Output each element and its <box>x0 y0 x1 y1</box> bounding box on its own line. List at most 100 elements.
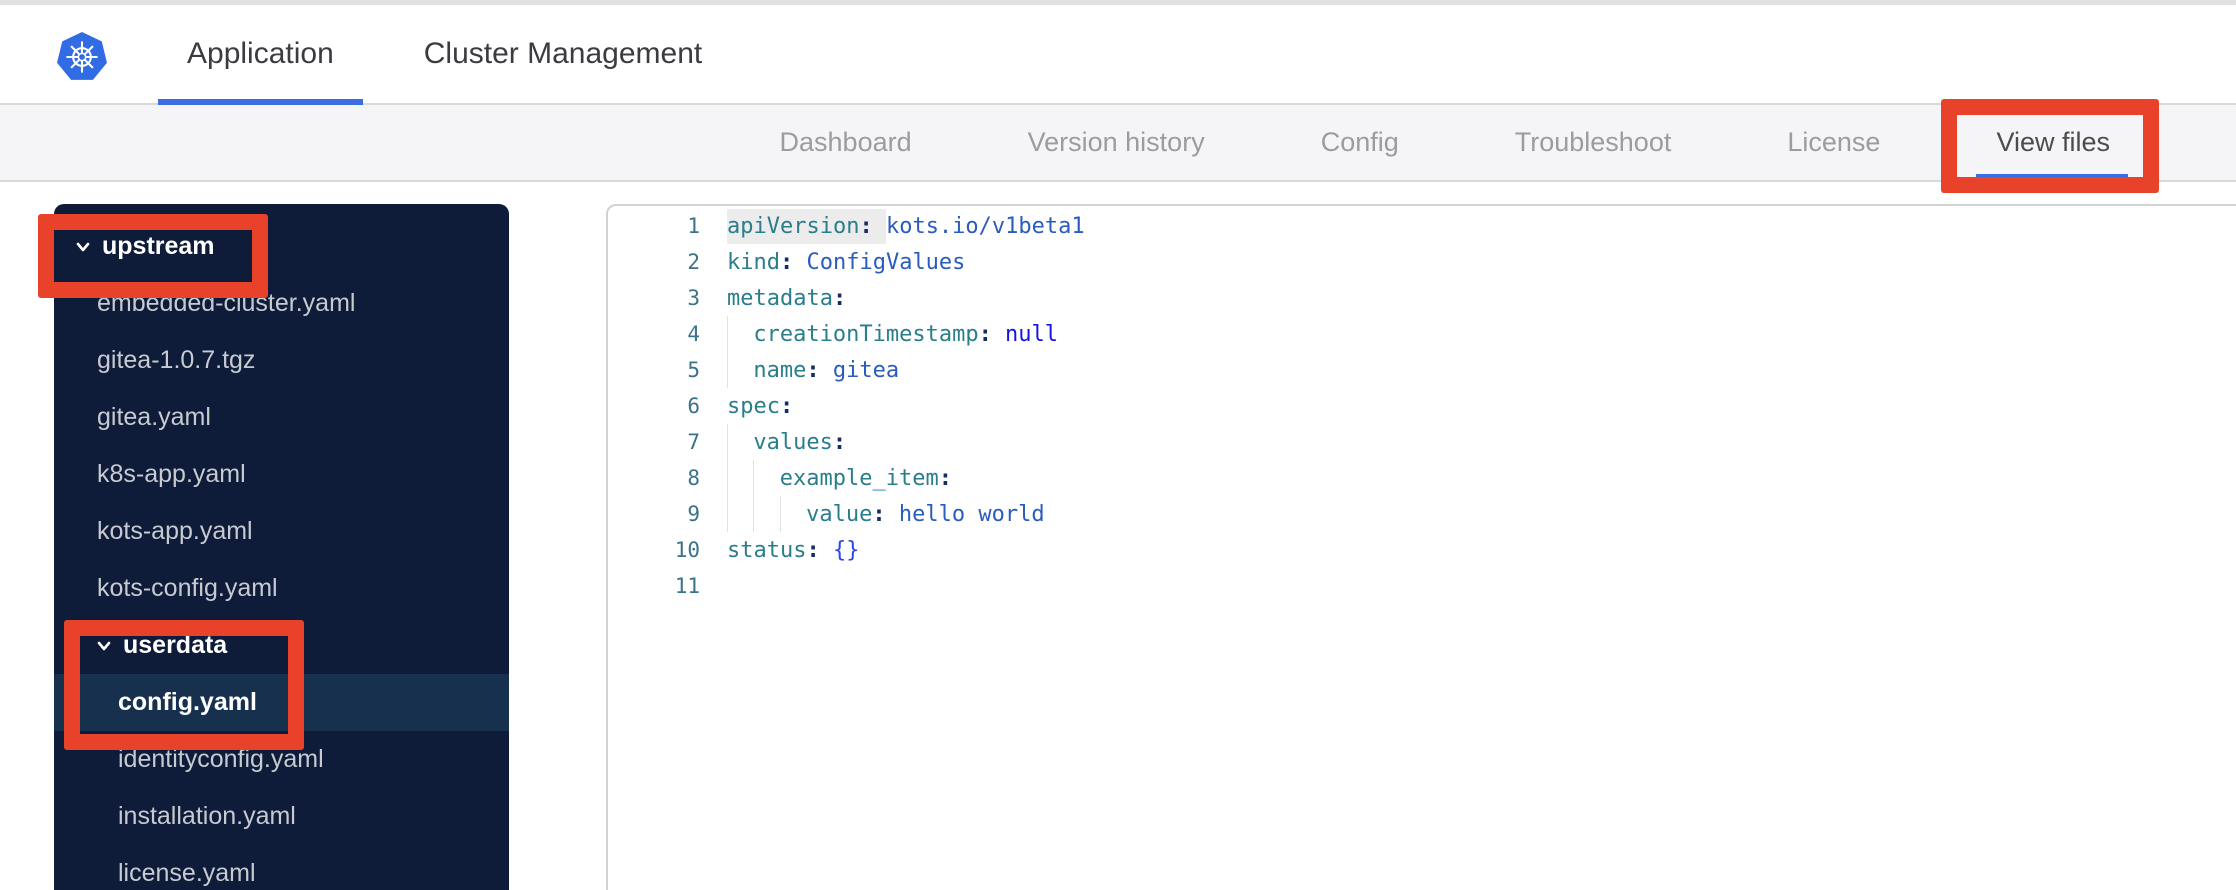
line-number: 1 <box>687 214 700 238</box>
subnav-items: Dashboard Version history Config Troublesho… <box>780 105 2128 180</box>
tree-file-label: gitea-1.0.7.tgz <box>97 346 256 374</box>
tab-application[interactable]: Application <box>158 5 363 105</box>
code-line: 8 example_item: <box>608 460 2236 496</box>
indent-guide <box>727 316 753 352</box>
code-token-kw: null <box>991 321 1059 347</box>
code-line-content: value: hello world <box>727 496 1045 532</box>
code-token-key: name <box>753 357 807 383</box>
line-number: 7 <box>687 430 700 454</box>
tree-file-label: identityconfig.yaml <box>118 745 324 773</box>
subnav-item-dashboard[interactable]: Dashboard <box>780 105 912 180</box>
chevron-down-icon <box>76 242 90 251</box>
subnav-item-label: Version history <box>1027 127 1205 157</box>
code-token-key: value <box>806 501 873 527</box>
subnav-item-license[interactable]: License <box>1787 105 1880 180</box>
code-token-bracket: {} <box>819 537 860 563</box>
code-token-colon: : <box>859 208 873 244</box>
code-token-key: spec <box>727 393 780 419</box>
subnav-item-view-files[interactable]: View files <box>1976 105 2128 180</box>
indent-guide <box>753 496 779 532</box>
subnav-item-label: Config <box>1320 127 1399 157</box>
code-line-content: example_item: <box>727 460 952 496</box>
line-number: 11 <box>674 574 700 598</box>
subnav-item-version-history[interactable]: Version history <box>1028 105 1205 180</box>
tree-folder-label: userdata <box>123 631 228 659</box>
code-line-content: status: {} <box>727 532 859 568</box>
tree-file-config-yaml[interactable]: config.yaml <box>54 674 509 731</box>
kubernetes-logo <box>57 32 107 80</box>
tree-file-label: k8s-app.yaml <box>97 460 246 488</box>
tree-file-embedded-cluster-yaml[interactable]: embedded-cluster.yaml <box>54 275 509 332</box>
tree-file-label: config.yaml <box>118 688 257 716</box>
subnav-item-label: View files <box>1996 127 2110 157</box>
app-header: Application Cluster Management <box>0 5 2236 105</box>
tab-label: Cluster Management <box>423 37 703 70</box>
code-line: 11 <box>608 568 2236 604</box>
code-token-colon: : <box>832 429 847 455</box>
code-line-content: kind: ConfigValues <box>727 244 965 280</box>
code-token-key: kind <box>727 249 780 275</box>
tab-label: Application <box>187 37 334 70</box>
tab-cluster-management[interactable]: Cluster Management <box>424 5 702 103</box>
tree-folder-label: upstream <box>102 232 215 260</box>
kots-admin-console: Application Cluster Management Dashboard V… <box>0 0 2236 890</box>
code-token-value: ConfigValues <box>793 249 966 275</box>
line-number: 3 <box>687 286 700 310</box>
subnav-item-config[interactable]: Config <box>1321 105 1399 180</box>
subnav-item-troubleshoot[interactable]: Troubleshoot <box>1515 105 1672 180</box>
tree-file-kots-app-yaml[interactable]: kots-app.yaml <box>54 503 509 560</box>
line-number: 9 <box>687 502 700 526</box>
tree-file-label: installation.yaml <box>118 802 296 830</box>
code-line: 6 spec: <box>608 388 2236 424</box>
tree-file-k8s-app-yaml[interactable]: k8s-app.yaml <box>54 446 509 503</box>
subnav: Dashboard Version history Config Troublesho… <box>0 105 2236 182</box>
code-token-key: apiVersion <box>727 208 860 244</box>
line-number: 2 <box>687 250 700 274</box>
code-line: 1 apiVersion: kots.io/v1beta1 <box>608 208 2236 244</box>
indent-guide <box>727 496 753 532</box>
chevron-down-icon <box>97 641 111 650</box>
code-line: 3 metadata: <box>608 280 2236 316</box>
code-token-colon: : <box>779 249 794 275</box>
code-line-content: metadata: <box>727 280 846 316</box>
tree-folder-upstream[interactable]: upstream <box>54 218 509 275</box>
tree-file-identityconfig-yaml[interactable]: identityconfig.yaml <box>54 731 509 788</box>
subnav-item-label: Troubleshoot <box>1514 127 1672 157</box>
indent-guide <box>753 460 779 496</box>
file-tree: upstream embedded-cluster.yaml gitea-1.0.7… <box>54 204 509 890</box>
tree-file-gitea-1-0-7-tgz[interactable]: gitea-1.0.7.tgz <box>54 332 509 389</box>
line-number: 6 <box>687 394 700 418</box>
code-line: 2 kind: ConfigValues <box>608 244 2236 280</box>
indent-guide <box>727 352 753 388</box>
code-token-value: gitea <box>819 357 900 383</box>
code-token-colon: : <box>872 501 886 527</box>
code-token-colon: : <box>938 465 952 491</box>
code-line: 4 creationTimestamp: null <box>608 316 2236 352</box>
code-token-value: hello world <box>885 501 1045 527</box>
tree-file-gitea-yaml[interactable]: gitea.yaml <box>54 389 509 446</box>
tree-folder-userdata[interactable]: userdata <box>54 617 509 674</box>
subnav-item-label: Dashboard <box>779 127 912 157</box>
tree-file-license-yaml[interactable]: license.yaml <box>54 845 509 890</box>
tree-file-installation-yaml[interactable]: installation.yaml <box>54 788 509 845</box>
indent-guide <box>779 496 806 532</box>
code-line-content: creationTimestamp: null <box>727 316 1058 352</box>
code-line: 5 name: gitea <box>608 352 2236 388</box>
code-token-key: values <box>753 429 833 455</box>
tree-file-label: kots-config.yaml <box>97 574 278 602</box>
tree-file-label: license.yaml <box>118 859 256 887</box>
tree-file-label: gitea.yaml <box>97 403 211 431</box>
code-editor[interactable]: 1 apiVersion: kots.io/v1beta1 2 kind: Confi… <box>606 204 2236 890</box>
code-line-content: spec: <box>727 388 793 424</box>
code-token-colon: : <box>779 393 794 419</box>
code-token-plain <box>872 208 886 244</box>
tree-file-kots-config-yaml[interactable]: kots-config.yaml <box>54 560 509 617</box>
code-line-content: name: gitea <box>727 352 899 388</box>
indent-guide <box>727 424 753 460</box>
code-token-value: kots.io/v1beta1 <box>885 213 1085 239</box>
tree-file-label: kots-app.yaml <box>97 517 253 545</box>
code-token-colon: : <box>806 537 820 563</box>
line-number: 5 <box>687 358 700 382</box>
line-number: 8 <box>687 466 700 490</box>
code-line: 10 status: {} <box>608 532 2236 568</box>
